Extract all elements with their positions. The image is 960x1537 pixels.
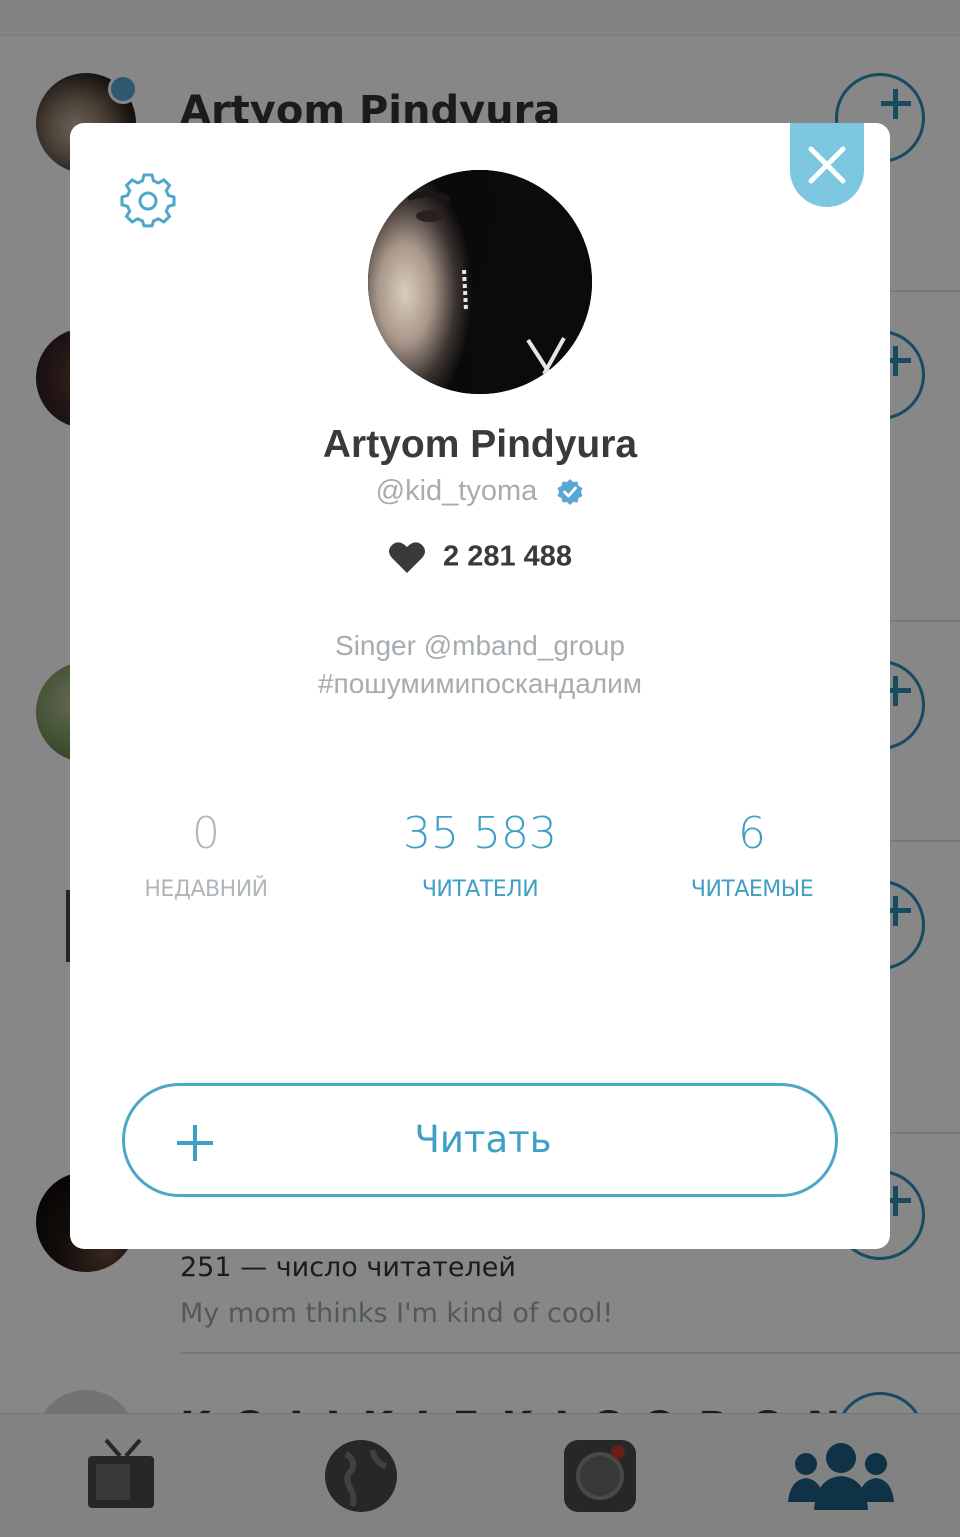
- stat-value: 35 583: [403, 808, 557, 859]
- close-button[interactable]: [790, 123, 864, 207]
- stat-following[interactable]: 6 ЧИТАЕМЫЕ: [632, 808, 872, 902]
- verified-badge-icon: [557, 478, 583, 505]
- profile-bio-hashtag[interactable]: #пошумимипоскандалим: [70, 668, 890, 700]
- profile-modal: Artyom Pindyura @kid_tyoma 2 281 488 Sin…: [70, 123, 890, 1249]
- stat-value: 0: [192, 808, 220, 859]
- close-icon: [808, 146, 846, 184]
- likes-row: 2 281 488: [70, 540, 890, 574]
- follow-button-label: Читать: [414, 1118, 552, 1161]
- stat-label: ЧИТАТЕЛИ: [421, 877, 539, 902]
- stat-recent[interactable]: 0 НЕДАВНИЙ: [86, 808, 326, 902]
- stat-value: 6: [738, 808, 766, 859]
- likes-count: 2 281 488: [443, 540, 573, 573]
- profile-avatar: [368, 170, 592, 394]
- heart-icon: [388, 542, 425, 573]
- stat-followers[interactable]: 35 583 ЧИТАТЕЛИ: [360, 808, 600, 902]
- stat-label: ЧИТАЕМЫЕ: [690, 877, 814, 902]
- handle-row: @kid_tyoma: [70, 475, 890, 508]
- gear-icon: [120, 173, 176, 228]
- settings-button[interactable]: [120, 173, 176, 229]
- profile-handle: @kid_tyoma: [375, 475, 538, 507]
- follow-button[interactable]: Читать: [122, 1083, 838, 1197]
- profile-bio-line: Singer @mband_group: [335, 630, 625, 661]
- profile-name: Artyom Pindyura: [322, 423, 638, 466]
- stat-label: НЕДАВНИЙ: [144, 877, 268, 902]
